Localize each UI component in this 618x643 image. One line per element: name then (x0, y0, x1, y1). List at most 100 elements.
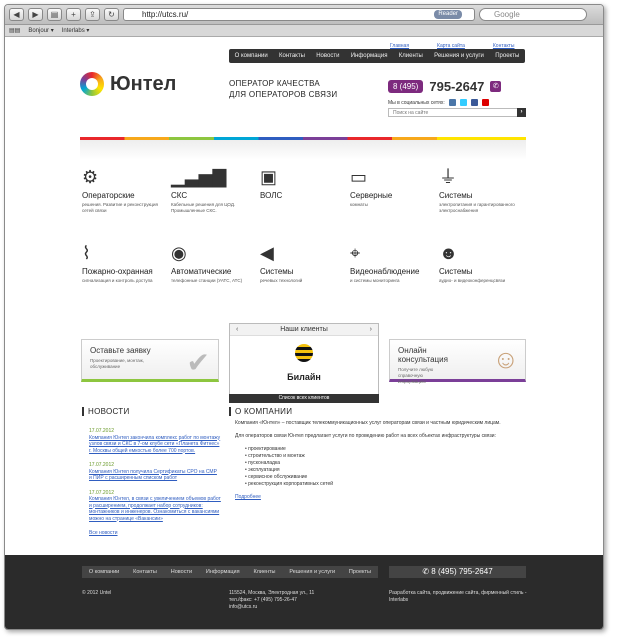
about-list-item: проектирование (245, 446, 525, 453)
phone-number: 795-2647 (429, 79, 485, 94)
slogan-line: ДЛЯ ОПЕРАТОРОВ СВЯЗИ (229, 90, 338, 99)
service-scs[interactable]: ▁▃▅▇ СКС Кабельные решения для ЦОД. Пром… (171, 166, 251, 214)
footer-nav-item[interactable]: Проекты (349, 569, 371, 575)
about-paragraph: Для операторов связи Юнтел предлагает ус… (235, 433, 496, 439)
client-name: Билайн (287, 372, 321, 382)
service-desc: телефонные станции (УАТС, АТС) (171, 278, 243, 283)
service-conference[interactable]: ☻ Системы аудио- и видеоконференцсвязи (439, 242, 519, 284)
back-button[interactable]: ◀ (9, 8, 24, 21)
share-icon[interactable]: ⇪ (85, 8, 100, 21)
service-speech[interactable]: ◀ Системы речевых технологий (260, 242, 340, 284)
twitter-icon[interactable] (459, 99, 467, 106)
sidebar-icon[interactable]: ▤ (47, 8, 62, 21)
footer-nav-item[interactable]: Клиенты (253, 569, 275, 575)
slogan-line: ОПЕРАТОР КАЧЕСТВА (229, 79, 321, 88)
service-desc: сигнализация и контроль доступа (82, 278, 153, 283)
news-link[interactable]: Компания Юнтел, в связи с увеличением об… (89, 496, 221, 522)
service-desc: решения. Развитие и реконструкция сетей … (82, 202, 158, 213)
about-more-link[interactable]: Подробнее (235, 494, 261, 500)
service-pbx[interactable]: ◉ Автоматические телефонные станции (УАТ… (171, 242, 251, 284)
request-desc: Проектирование, монтаж, обслуживание (90, 358, 145, 369)
service-title: Системы (439, 191, 473, 200)
service-video[interactable]: ⌖ Видеонаблюдение и системы мониторинга (350, 242, 430, 284)
conference-icon: ☻ (439, 243, 458, 263)
service-fiber[interactable]: ▣ ВОЛС (260, 166, 340, 202)
about-list-item: реконструкция корпоративных сетей (245, 481, 525, 488)
about-list-item: строительство и монтаж (245, 453, 525, 460)
footer-address: 115524, Москва, Электродная ул., 11 тел.… (229, 590, 314, 611)
footer-nav-item[interactable]: О компании (89, 569, 119, 575)
bookmarks-bar: ▤▤ Bonjour ▾ Interlabs ▾ (5, 25, 603, 37)
footer-nav: О компании Контакты Новости Информация К… (82, 566, 378, 578)
add-bookmark-icon[interactable]: + (66, 8, 81, 21)
browser-search-input[interactable]: Google (479, 8, 587, 21)
nav-item[interactable]: Информация (348, 53, 391, 59)
footer-nav-item[interactable]: Контакты (133, 569, 157, 575)
address-bar[interactable]: http://utcs.ru/ Reader (123, 8, 475, 21)
search-placeholder: Поиск на сайте (393, 110, 429, 116)
phone-icon[interactable]: ✆ (490, 81, 502, 92)
service-desc: речевых технологий (260, 278, 303, 283)
operator-avatar: ☺ (492, 344, 519, 374)
reader-button[interactable]: Reader (434, 10, 462, 19)
footer-developer[interactable]: Разработка сайта, продвижение сайта, фир… (389, 590, 529, 604)
footer-nav-item[interactable]: Решения и услуги (289, 569, 335, 575)
web-page: Главная Карта сайта Контакты О компании … (5, 38, 603, 629)
prev-arrow-icon[interactable]: ‹ (236, 324, 238, 336)
bookmarks-icon[interactable]: ▤▤ (9, 25, 20, 36)
service-title: Серверные (350, 191, 393, 200)
signal-bars-icon: ▁▃▅▇ (171, 167, 227, 187)
nav-item[interactable]: О компании (232, 53, 271, 59)
service-power[interactable]: ⏚ Системы электропитания и гарантированн… (439, 166, 519, 214)
service-operator[interactable]: ⚙ Операторские решения. Развитие и рекон… (82, 166, 162, 214)
clients-title: Наши клиенты (280, 326, 328, 333)
service-desc: Кабельные решения для ЦОД. Промышленные … (171, 202, 236, 213)
service-title: Системы (260, 267, 294, 276)
site-logo[interactable]: Юнтел (80, 72, 176, 96)
request-box[interactable]: Оставьте заявку Проектирование, монтаж, … (81, 339, 219, 382)
service-server[interactable]: ▭ Серверные комнаты (350, 166, 430, 208)
news-link[interactable]: Компания Юнтел получила Сертификаты СРО … (89, 469, 221, 482)
service-title: Видеонаблюдение (350, 267, 420, 276)
about-heading: О КОМПАНИИ (229, 407, 292, 416)
all-news-link[interactable]: Все новости (89, 530, 221, 537)
footer-nav-item[interactable]: Новости (171, 569, 192, 575)
facebook-icon[interactable] (470, 99, 478, 106)
nav-item[interactable]: Контакты (276, 53, 308, 59)
client-logo[interactable]: Билайн (230, 336, 378, 385)
nav-item[interactable]: Решения и услуги (431, 53, 487, 59)
email-link[interactable]: info@utcs.ru (229, 604, 314, 611)
nav-item[interactable]: Проекты (492, 53, 522, 59)
about-paragraph: Компания «Юнтел» – поставщик телекоммуни… (235, 420, 501, 426)
antenna-icon: ⌇ (82, 243, 91, 263)
beeline-logo-icon (295, 344, 313, 362)
speaker-icon: ◀ (260, 243, 274, 263)
about-list-item: эксплуатация (245, 467, 525, 474)
search-arrow-icon[interactable]: › (517, 108, 526, 117)
service-title: ВОЛС (260, 191, 283, 200)
news-link[interactable]: Компания Юнтел закончила комплекс работ … (89, 435, 221, 455)
service-desc: комнаты (350, 202, 368, 207)
camera-icon: ⌖ (350, 243, 361, 263)
bookmark-item[interactable]: Bonjour ▾ (28, 25, 53, 36)
site-search-input[interactable]: Поиск на сайте › (388, 108, 526, 117)
forward-button[interactable]: ▶ (28, 8, 43, 21)
about-list-item: сервисное обслуживание (245, 474, 525, 481)
refresh-icon[interactable]: ↻ (104, 8, 119, 21)
youtube-icon[interactable] (481, 99, 489, 106)
consult-box[interactable]: Онлайн консультация Получите любую справ… (389, 339, 526, 384)
footer-nav-item[interactable]: Информация (206, 569, 240, 575)
social-label: Мы в социальных сетях: (388, 99, 445, 106)
phone-icon: ✆ (422, 567, 432, 576)
vk-icon[interactable] (448, 99, 456, 106)
all-clients-button[interactable]: Список всех клиентов (229, 394, 379, 403)
bookmark-item[interactable]: Interlabs ▾ (62, 25, 90, 36)
service-fire-alarm[interactable]: ⌇ Пожарно-охранная сигнализация и контро… (82, 242, 162, 284)
next-arrow-icon[interactable]: › (370, 324, 372, 336)
footer-phone: ✆ 8 (495) 795-2647 (389, 566, 526, 578)
divider-glow (80, 140, 526, 160)
nav-item[interactable]: Клиенты (396, 53, 426, 59)
social-links: Мы в социальных сетях: (388, 99, 489, 106)
about-list: проектирование строительство и монтаж пу… (235, 446, 525, 488)
nav-item[interactable]: Новости (313, 53, 342, 59)
